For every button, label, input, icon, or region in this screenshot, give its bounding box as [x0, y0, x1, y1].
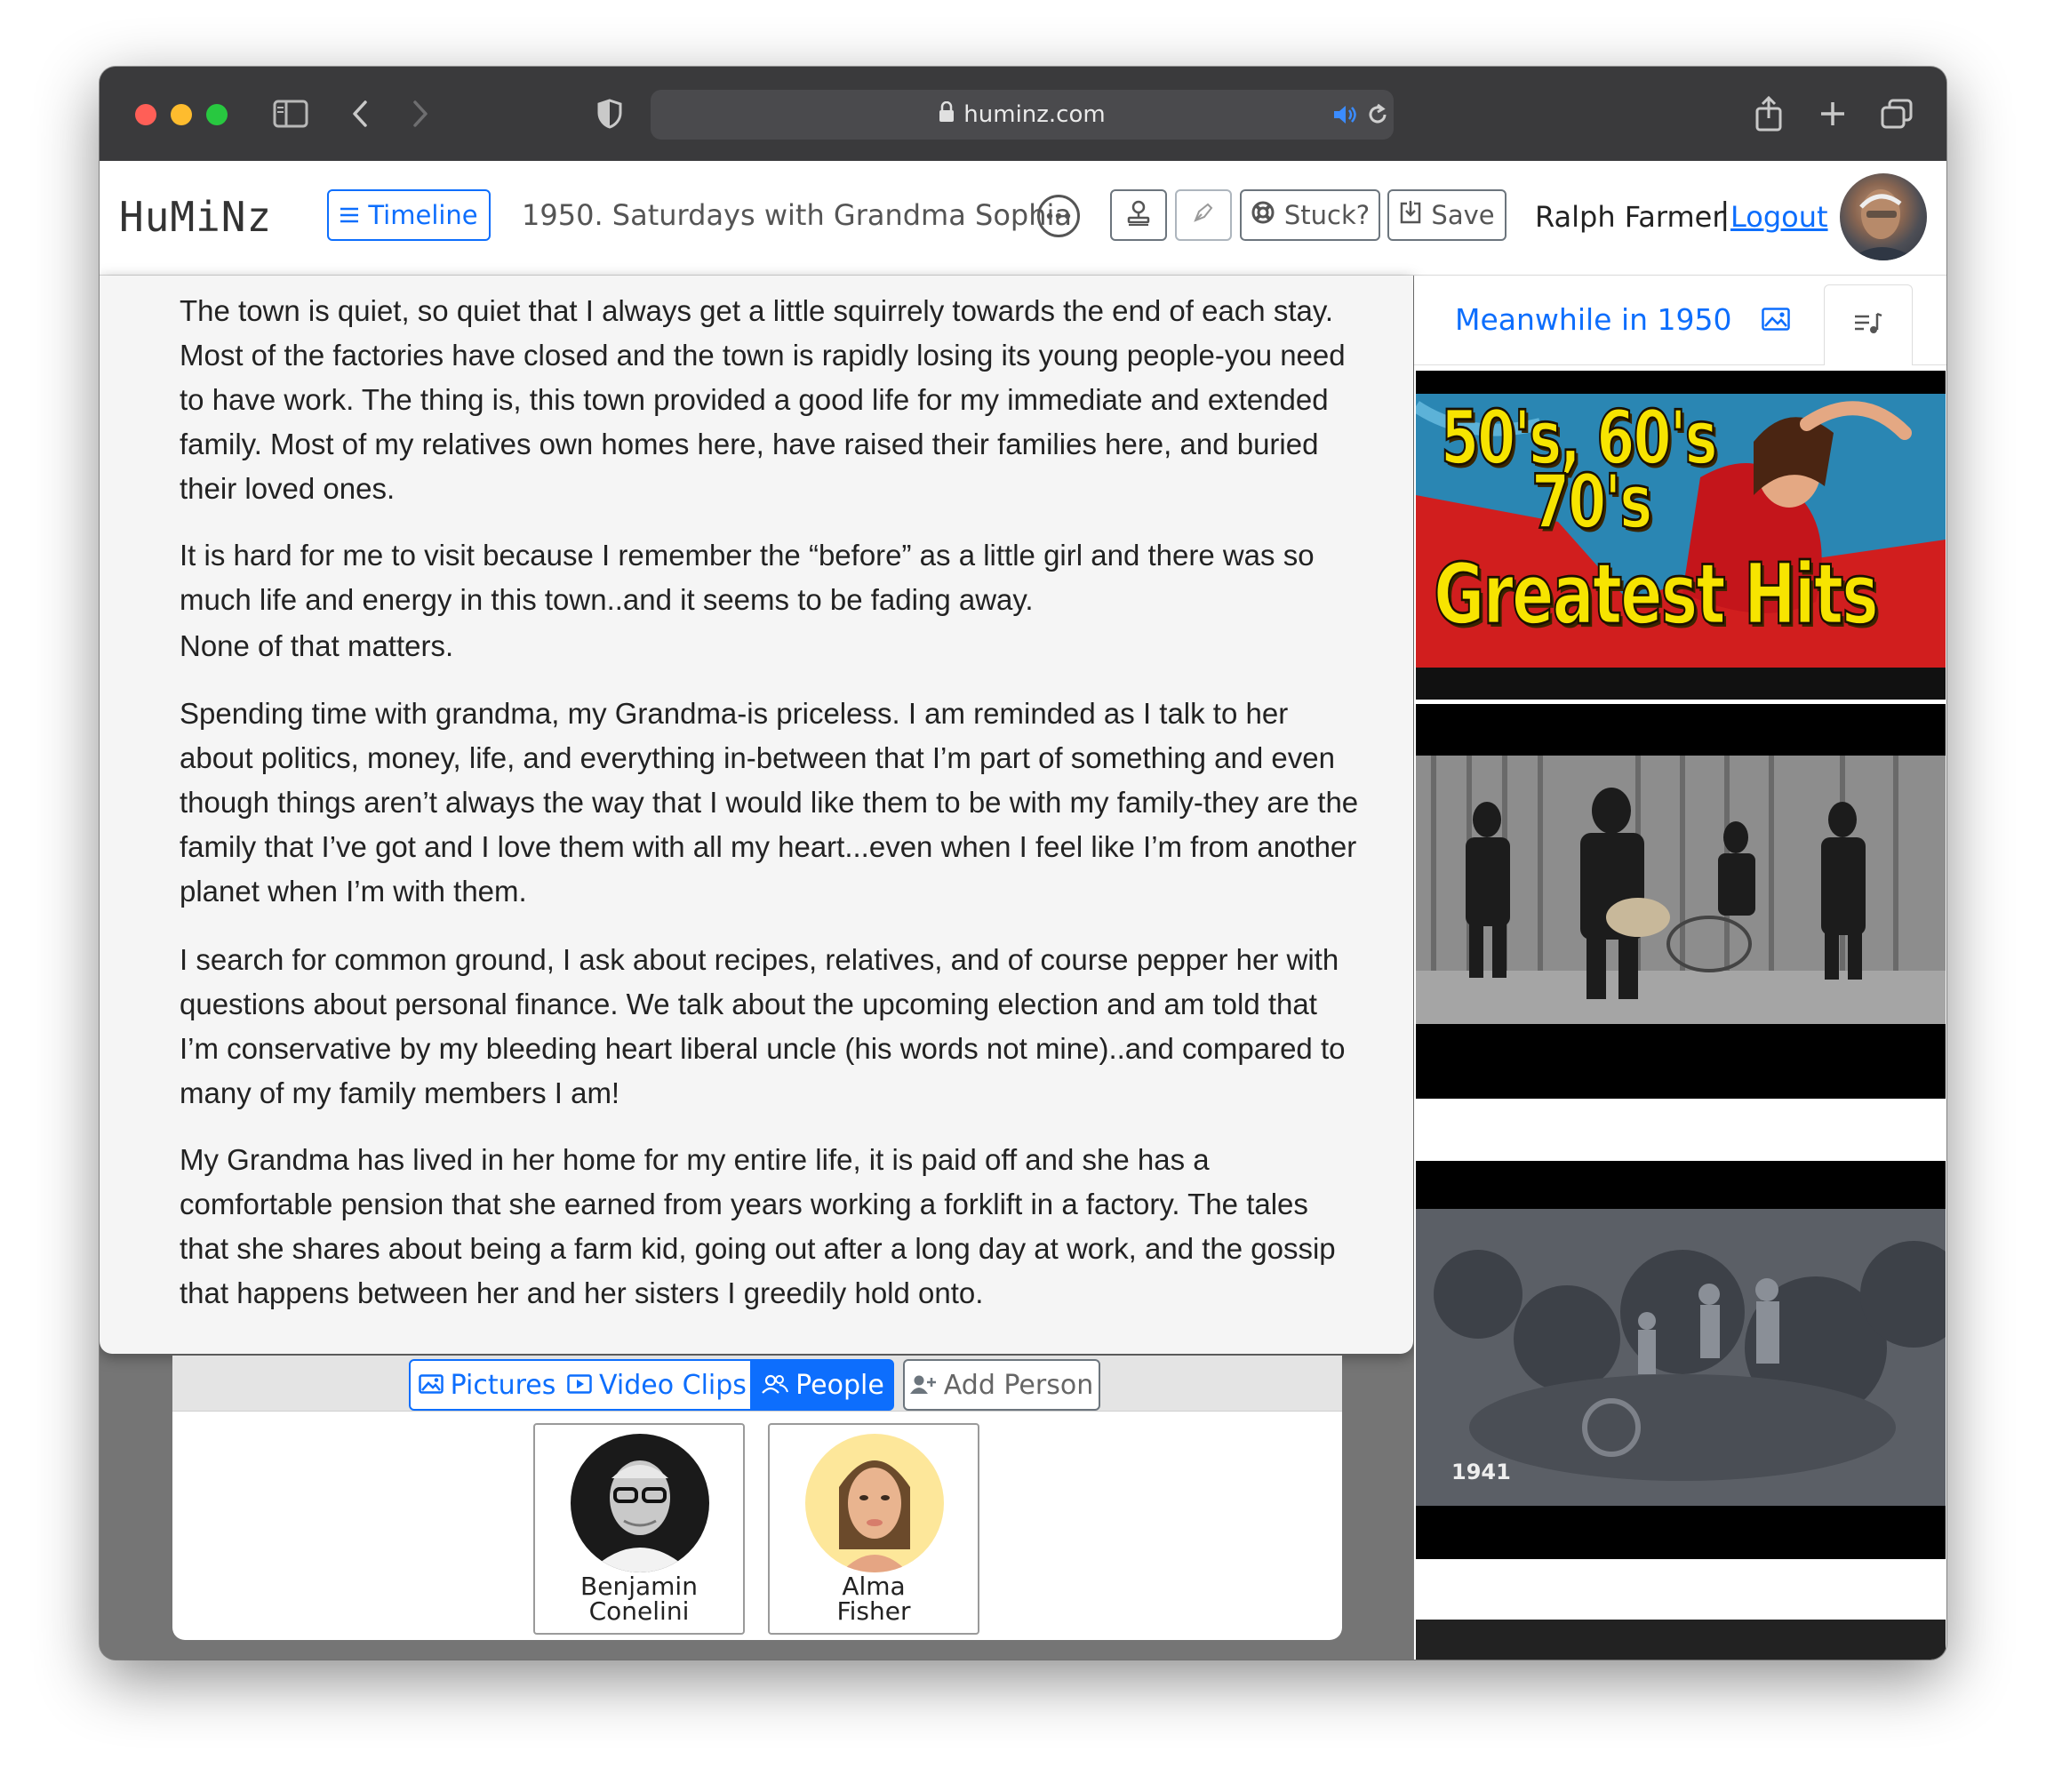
- video-thumbnail-band-performance[interactable]: [1416, 704, 1946, 1099]
- story-paragraph: I search for common ground, I ask about …: [180, 943, 1346, 1109]
- new-tab-icon[interactable]: [1815, 93, 1850, 134]
- video-caption: 1941: [1451, 1460, 1511, 1484]
- user-avatar[interactable]: [1840, 173, 1927, 260]
- speaker-icon[interactable]: [1331, 102, 1358, 131]
- lock-icon: [939, 91, 955, 140]
- tab-pictures[interactable]: Pictures: [409, 1359, 565, 1411]
- tab-video-clips-label: Video Clips: [599, 1369, 747, 1401]
- tab-people[interactable]: People: [752, 1359, 894, 1411]
- stuck-label: Stuck?: [1283, 200, 1371, 230]
- video-thumbnail-greatest-hits[interactable]: 50's, 60's 70's Greatest Hits: [1416, 371, 1946, 700]
- logout-link[interactable]: Logout: [1730, 200, 1828, 234]
- app-logo[interactable]: HuMiNz: [119, 193, 272, 241]
- story-paragraph: It is hard for me to visit because I rem…: [180, 539, 1315, 616]
- more-options-icon[interactable]: [1037, 195, 1080, 237]
- add-person-button[interactable]: Add Person: [903, 1359, 1100, 1411]
- tab-video-clips[interactable]: Video Clips: [563, 1359, 752, 1411]
- thumb-title-line3: Greatest Hits: [1433, 544, 1880, 644]
- music-playlist-icon: [1853, 311, 1883, 340]
- video-thumbnail-1941-newsreel[interactable]: 1941: [1416, 1161, 1946, 1559]
- tab-people-label: People: [795, 1369, 884, 1401]
- minimize-window-button[interactable]: [171, 104, 192, 125]
- thumb-title-line2: 70's: [1531, 457, 1653, 547]
- sidebar-toggle-icon[interactable]: [270, 93, 311, 134]
- life-ring-icon: [1251, 200, 1275, 231]
- video-play-icon: [567, 1370, 592, 1401]
- url-text: huminz.com: [963, 101, 1106, 128]
- forward-arrow-icon[interactable]: [407, 93, 434, 134]
- sidebar-tab-bar: Meanwhile in 1950: [1414, 276, 1946, 365]
- author-button[interactable]: [1110, 189, 1167, 241]
- story-paragraph: None of that matters.: [180, 629, 454, 662]
- tab-pictures-label: Pictures: [450, 1369, 556, 1401]
- pen-nib-icon: [1192, 200, 1215, 230]
- person-name-first: Alma: [842, 1572, 906, 1601]
- add-person-label: Add Person: [943, 1369, 1094, 1401]
- image-tab-icon[interactable]: [1762, 308, 1790, 334]
- music-playlist-tab[interactable]: [1824, 284, 1913, 365]
- person-name-last: Fisher: [836, 1596, 911, 1626]
- person-photo: [805, 1434, 944, 1572]
- tabs-overview-icon[interactable]: [1879, 93, 1914, 134]
- save-download-icon: [1399, 200, 1422, 231]
- user-name: Ralph Farmer: [1535, 200, 1724, 234]
- video-thumbnail-partial[interactable]: [1416, 1620, 1946, 1660]
- timeline-button[interactable]: Timeline: [327, 189, 491, 241]
- page-title: 1950. Saturdays with Grandma Sophia: [522, 198, 1072, 232]
- sidebar-heading: Meanwhile in 1950: [1455, 302, 1732, 337]
- person-photo: [571, 1434, 709, 1572]
- meanwhile-sidebar: Meanwhile in 1950 50's, 60's 70's Greate…: [1414, 276, 1946, 1660]
- save-button[interactable]: Save: [1387, 189, 1507, 241]
- address-bar[interactable]: huminz.com: [651, 90, 1394, 140]
- media-tab-bar: Pictures Video Clips People Add Person: [172, 1356, 1342, 1412]
- menu-lines-icon: [340, 200, 359, 230]
- story-text-card[interactable]: The town is quiet, so quiet that I alway…: [100, 276, 1413, 1354]
- timeline-label: Timeline: [368, 200, 478, 230]
- stuck-help-button[interactable]: Stuck?: [1240, 189, 1380, 241]
- person-card-benjamin[interactable]: Benjamin Conelini: [533, 1423, 745, 1635]
- back-arrow-icon[interactable]: [347, 93, 373, 134]
- image-icon: [418, 1370, 444, 1401]
- edit-button[interactable]: [1175, 189, 1232, 241]
- shield-icon[interactable]: [594, 93, 626, 134]
- close-window-button[interactable]: [135, 104, 156, 125]
- zoom-window-button[interactable]: [206, 104, 228, 125]
- media-panel: Pictures Video Clips People Add Person B…: [172, 1356, 1342, 1640]
- story-paragraph: My Grandma has lived in her home for my …: [180, 1143, 1336, 1309]
- reload-icon[interactable]: [1365, 102, 1390, 131]
- user-separator: |: [1720, 196, 1730, 232]
- share-icon[interactable]: [1751, 93, 1786, 134]
- browser-window: huminz.com HuMiNz Timeline 1950. Saturda…: [100, 67, 1946, 1660]
- story-paragraph: The town is quiet, so quiet that I alway…: [180, 294, 1346, 505]
- story-paragraph: Spending time with grandma, my Grandma-i…: [180, 697, 1359, 908]
- person-stamp-icon: [1126, 199, 1151, 232]
- save-label: Save: [1431, 200, 1495, 230]
- people-icon: [762, 1370, 789, 1401]
- add-person-icon: [909, 1370, 937, 1401]
- person-name-last: Conelini: [588, 1596, 690, 1626]
- browser-toolbar: huminz.com: [100, 67, 1946, 162]
- person-card-alma[interactable]: Alma Fisher: [768, 1423, 979, 1635]
- app-header: HuMiNz Timeline 1950. Saturdays with Gra…: [100, 161, 1946, 276]
- person-name-first: Benjamin: [580, 1572, 698, 1601]
